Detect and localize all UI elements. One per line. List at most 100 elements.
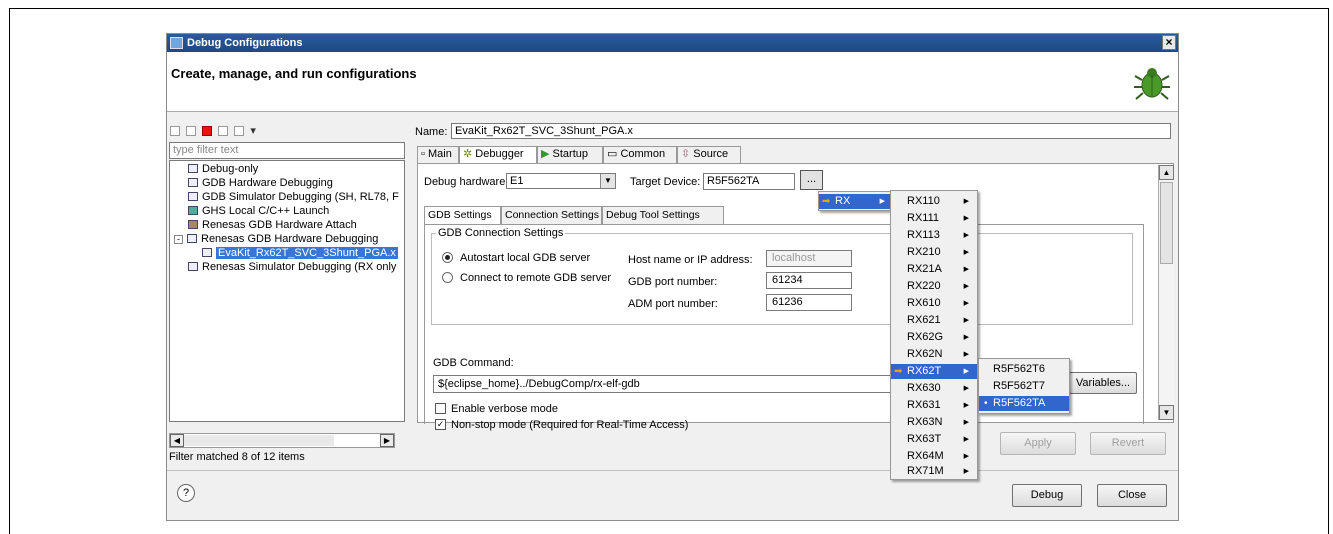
collapse-all-icon[interactable]: [218, 126, 229, 137]
app-icon: [170, 37, 183, 49]
content-vertical-scrollbar[interactable]: ▲ ▼: [1158, 165, 1174, 420]
scroll-right-icon[interactable]: ▶: [380, 434, 394, 447]
subtab-connection-settings[interactable]: Connection Settings: [501, 206, 602, 224]
help-icon[interactable]: ?: [177, 484, 195, 502]
debug-configurations-dialog: Debug Configurations × Create, manage, a…: [166, 33, 1179, 521]
revert-button[interactable]: Revert: [1090, 432, 1166, 455]
menu-item-rx64m[interactable]: RX64M ▶: [891, 449, 977, 464]
autostart-label: Autostart local GDB server: [460, 252, 591, 264]
scroll-left-icon[interactable]: ◀: [170, 434, 184, 447]
apply-button[interactable]: Apply: [1000, 432, 1076, 455]
submenu-arrow-icon: ▶: [963, 402, 969, 409]
tree-item-renesas-gdb-hardware-debugging[interactable]: - Renesas GDB Hardware Debugging: [174, 233, 378, 246]
menu-item-rx220[interactable]: RX220 ▶: [891, 279, 977, 294]
tree-item-gdb-simulator-debugging[interactable]: GDB Simulator Debugging (SH, RL78, F: [188, 191, 399, 204]
verbose-checkbox[interactable]: [435, 403, 446, 414]
menu-item-rx63n[interactable]: RX63N ▶: [891, 415, 977, 430]
menu-item-rx210[interactable]: RX210 ▶: [891, 245, 977, 260]
tree-item-gdb-hardware-debugging[interactable]: GDB Hardware Debugging: [188, 177, 333, 190]
menu-item-rx111[interactable]: RX111 ▶: [891, 211, 977, 226]
new-config-icon[interactable]: [170, 126, 180, 137]
source-tab-icon: ⇳: [681, 148, 694, 160]
gdb-command-input[interactable]: ${eclipse_home}../DebugComp/rx-elf-gdb: [433, 375, 905, 393]
menu-item-rx630[interactable]: RX630 ▶: [891, 381, 977, 396]
target-device-field[interactable]: R5F562TA: [703, 173, 795, 190]
submenu-arrow-icon: ▶: [963, 198, 969, 205]
submenu-arrow-icon: ▶: [963, 385, 969, 392]
menu-item-rx621[interactable]: RX621 ▶: [891, 313, 977, 328]
group-legend: GDB Connection Settings: [436, 227, 566, 239]
menu-item-rx631[interactable]: RX631 ▶: [891, 398, 977, 413]
tab-debugger[interactable]: ✲ Debugger: [459, 146, 537, 164]
tree-item-evakit-config[interactable]: EvaKit_Rx62T_SVC_3Shunt_PGA.x: [202, 247, 398, 260]
device-group-menu: RX110 ▶ RX111 ▶ RX113 ▶ RX210 ▶ RX21A ▶ RX220…: [890, 190, 978, 480]
gdb-command-label: GDB Command:: [433, 357, 514, 369]
page-heading: Create, manage, and run configurations: [171, 66, 417, 81]
variables-button[interactable]: Variables...: [1069, 372, 1137, 394]
configuration-editor: Name: EvaKit_Rx62T_SVC_3Shunt_PGA.x ▫ Ma…: [415, 122, 1174, 470]
scroll-thumb[interactable]: [1160, 182, 1173, 264]
debug-hardware-select[interactable]: E1 ▼: [506, 173, 616, 189]
dialog-button-bar: ? Debug Close: [167, 470, 1178, 522]
tree-horizontal-scrollbar[interactable]: ◀ ▶: [169, 433, 395, 448]
remote-label: Connect to remote GDB server: [460, 272, 612, 284]
menu-item-r5f562t7[interactable]: R5F562T7: [979, 379, 1069, 394]
tab-main[interactable]: ▫ Main: [417, 146, 459, 163]
submenu-arrow-icon: ▶: [963, 419, 969, 426]
submenu-arrow-icon: ▶: [963, 283, 969, 290]
delete-icon[interactable]: [202, 126, 213, 137]
menu-item-rx62t[interactable]: ➡ RX62T ▶: [891, 364, 977, 379]
tree-item-renesas-gdb-hardware-attach[interactable]: Renesas GDB Hardware Attach: [188, 219, 357, 232]
dropdown-arrow-icon[interactable]: ▾: [250, 125, 257, 137]
nonstop-checkbox[interactable]: ✓: [435, 419, 446, 430]
scroll-thumb[interactable]: [184, 435, 334, 446]
menu-item-r5f562t6[interactable]: R5F562T6: [979, 362, 1069, 377]
tree-item-debug-only[interactable]: Debug-only: [188, 163, 258, 176]
menu-item-rx62g[interactable]: RX62G ▶: [891, 330, 977, 345]
menu-item-r5f562ta[interactable]: • R5F562TA: [979, 396, 1069, 411]
tree-item-renesas-simulator-debugging[interactable]: Renesas Simulator Debugging (RX only: [188, 261, 396, 274]
browse-device-button[interactable]: ...: [800, 170, 823, 190]
subtab-gdb-settings[interactable]: GDB Settings: [424, 206, 501, 224]
adm-port-input[interactable]: 61236: [766, 294, 852, 311]
tab-startup[interactable]: ▶ Startup: [537, 146, 603, 163]
tab-common[interactable]: ▭ Common: [603, 146, 677, 163]
close-button[interactable]: Close: [1097, 484, 1167, 507]
tab-source[interactable]: ⇳ Source: [677, 146, 741, 163]
autostart-radio[interactable]: [442, 252, 453, 263]
menu-item-rx110[interactable]: RX110 ▶: [891, 194, 977, 209]
duplicate-icon[interactable]: [186, 126, 197, 137]
menu-item-rx63t[interactable]: RX63T ▶: [891, 432, 977, 447]
close-icon[interactable]: ×: [1162, 35, 1176, 50]
menu-item-rx21a[interactable]: RX21A ▶: [891, 262, 977, 277]
target-device-label: Target Device:: [630, 176, 701, 188]
gdb-port-input[interactable]: 61234: [766, 272, 852, 289]
filter-input[interactable]: type filter text: [169, 142, 405, 159]
scroll-down-icon[interactable]: ▼: [1159, 405, 1174, 420]
host-input[interactable]: localhost: [766, 250, 852, 267]
scroll-up-icon[interactable]: ▲: [1159, 165, 1174, 180]
header-banner: Create, manage, and run configurations: [167, 52, 1178, 112]
chevron-down-icon[interactable]: ▼: [600, 174, 615, 188]
main-tab-icon: ▫: [421, 148, 428, 160]
filter-icon[interactable]: [234, 126, 245, 137]
debug-button[interactable]: Debug: [1012, 484, 1082, 507]
submenu-arrow-icon: ▶: [963, 453, 969, 460]
remote-radio[interactable]: [442, 272, 453, 283]
submenu-arrow-icon: ▶: [963, 436, 969, 443]
menu-item-rx610[interactable]: RX610 ▶: [891, 296, 977, 311]
device-family-menu: ➡ RX ▶: [818, 191, 894, 211]
subtab-debug-tool-settings[interactable]: Debug Tool Settings: [602, 206, 724, 224]
window-title: Debug Configurations: [187, 37, 303, 49]
menu-item-rx[interactable]: ➡ RX ▶: [819, 194, 893, 209]
menu-item-rx113[interactable]: RX113 ▶: [891, 228, 977, 243]
menu-item-rx62n[interactable]: RX62N ▶: [891, 347, 977, 362]
name-label: Name:: [415, 126, 448, 138]
menu-item-rx71m[interactable]: RX71M ▶: [891, 464, 977, 479]
configuration-tree: Debug-only GDB Hardware Debugging GDB Si…: [169, 160, 405, 422]
config-icon: [202, 248, 212, 257]
collapse-minus-icon[interactable]: -: [174, 235, 183, 244]
nonstop-label: Non-stop mode (Required for Real-Time Ac…: [451, 419, 689, 431]
name-input[interactable]: EvaKit_Rx62T_SVC_3Shunt_PGA.x: [451, 123, 1171, 139]
tree-item-ghs-local-launch[interactable]: GHS Local C/C++ Launch: [188, 205, 329, 218]
